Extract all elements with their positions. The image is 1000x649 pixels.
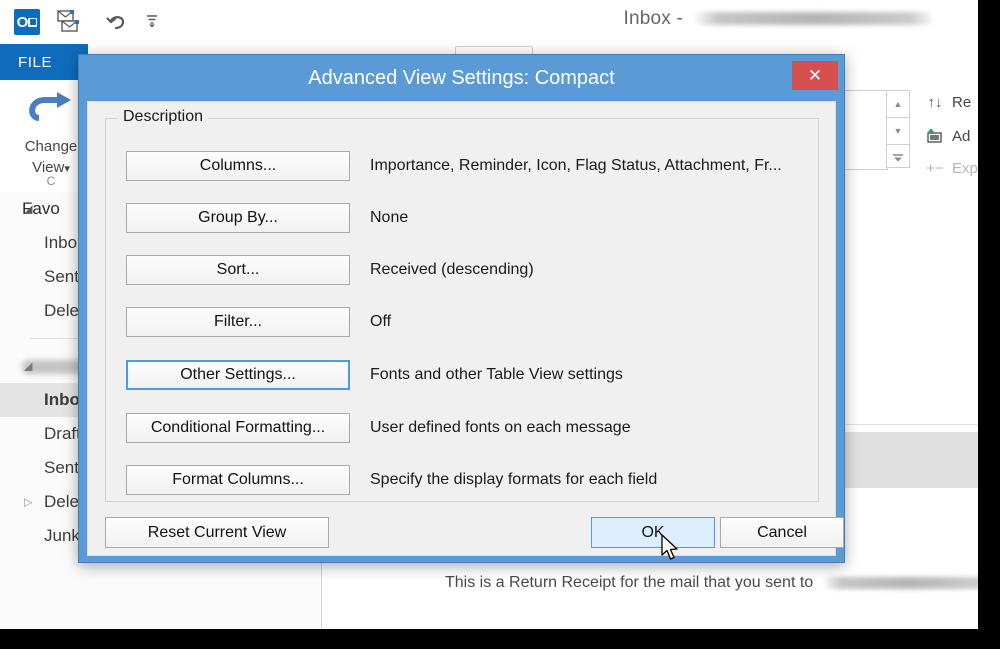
tab-file[interactable]: FILE [0, 44, 88, 80]
window-title: Inbox - [0, 8, 978, 30]
triangle-expanded-icon[interactable]: ◢ [24, 203, 32, 216]
gallery-scroll-controls: ▲ ▼ [886, 90, 910, 168]
row-sort: Sort... Received (descending) [126, 255, 800, 285]
row-other-settings: Other Settings... Fonts and other Table … [126, 360, 800, 390]
format-columns-description: Specify the display formats for each fie… [370, 471, 658, 488]
ribbon-command-expand-collapse: +− Exp [924, 160, 978, 177]
filter-button[interactable]: Filter... [126, 307, 350, 337]
triangle-collapsed-icon[interactable]: ▷ [24, 496, 32, 509]
ok-button[interactable]: OK [591, 517, 715, 548]
close-icon[interactable]: ✕ [792, 61, 838, 90]
recipient-redaction [823, 576, 978, 589]
group-by-description: None [370, 209, 409, 226]
row-format-columns: Format Columns... Specify the display fo… [126, 465, 800, 495]
description-legend: Description [118, 108, 209, 126]
advanced-view-settings-dialog: Advanced View Settings: Compact ✕ Descri… [78, 54, 845, 563]
other-settings-description: Fonts and other Table View settings [370, 366, 623, 383]
expand-collapse-icon: +− [926, 160, 944, 177]
screenshot-root: O Inbox - FILE Change View▾ C ▲ ▼ ↑↓ Re … [0, 0, 1000, 649]
quick-access-toolbar: O Inbox - [0, 0, 978, 45]
sort-updown-icon: ↑↓ [927, 94, 943, 111]
reading-pane-line-5: This is a Return Receipt for the mail th… [323, 574, 978, 592]
change-view-arrow-icon [23, 88, 79, 132]
columns-button[interactable]: Columns... [126, 151, 350, 181]
return-receipt-text: This is a Return Receipt for the mail th… [445, 574, 814, 591]
window-title-redaction [694, 12, 935, 26]
columns-description: Importance, Reminder, Icon, Flag Status,… [370, 157, 782, 174]
description-fieldset: Description Columns... Importance, Remin… [105, 108, 819, 502]
reset-current-view-button[interactable]: Reset Current View [105, 517, 329, 548]
gallery-more-button[interactable] [887, 145, 909, 171]
dialog-body: Description Columns... Importance, Remin… [87, 101, 844, 556]
other-settings-button[interactable]: Other Settings... [126, 360, 350, 390]
dialog-title: Advanced View Settings: Compact [308, 67, 615, 89]
row-conditional-formatting: Conditional Formatting... User defined f… [126, 413, 800, 443]
row-filter: Filter... Off [126, 307, 800, 337]
filter-description: Off [370, 313, 392, 330]
window-title-text: Inbox - [623, 8, 683, 29]
ribbon-command-reverse-sort[interactable]: ↑↓ Re [924, 94, 972, 111]
ribbon-command-add-columns[interactable]: Ad [924, 128, 970, 145]
sort-button[interactable]: Sort... [126, 255, 350, 285]
group-by-button[interactable]: Group By... [126, 203, 350, 233]
conditional-formatting-description: User defined fonts on each message [370, 419, 631, 436]
gallery-scroll-down-button[interactable]: ▼ [887, 118, 909, 145]
sort-description: Received (descending) [370, 261, 534, 278]
row-group-by: Group By... None [126, 203, 800, 233]
row-columns: Columns... Importance, Reminder, Icon, F… [126, 151, 800, 181]
conditional-formatting-button[interactable]: Conditional Formatting... [126, 413, 350, 443]
format-columns-button[interactable]: Format Columns... [126, 465, 350, 495]
cancel-button[interactable]: Cancel [720, 517, 844, 548]
add-columns-icon [924, 128, 946, 145]
gallery-scroll-up-button[interactable]: ▲ [887, 91, 909, 118]
